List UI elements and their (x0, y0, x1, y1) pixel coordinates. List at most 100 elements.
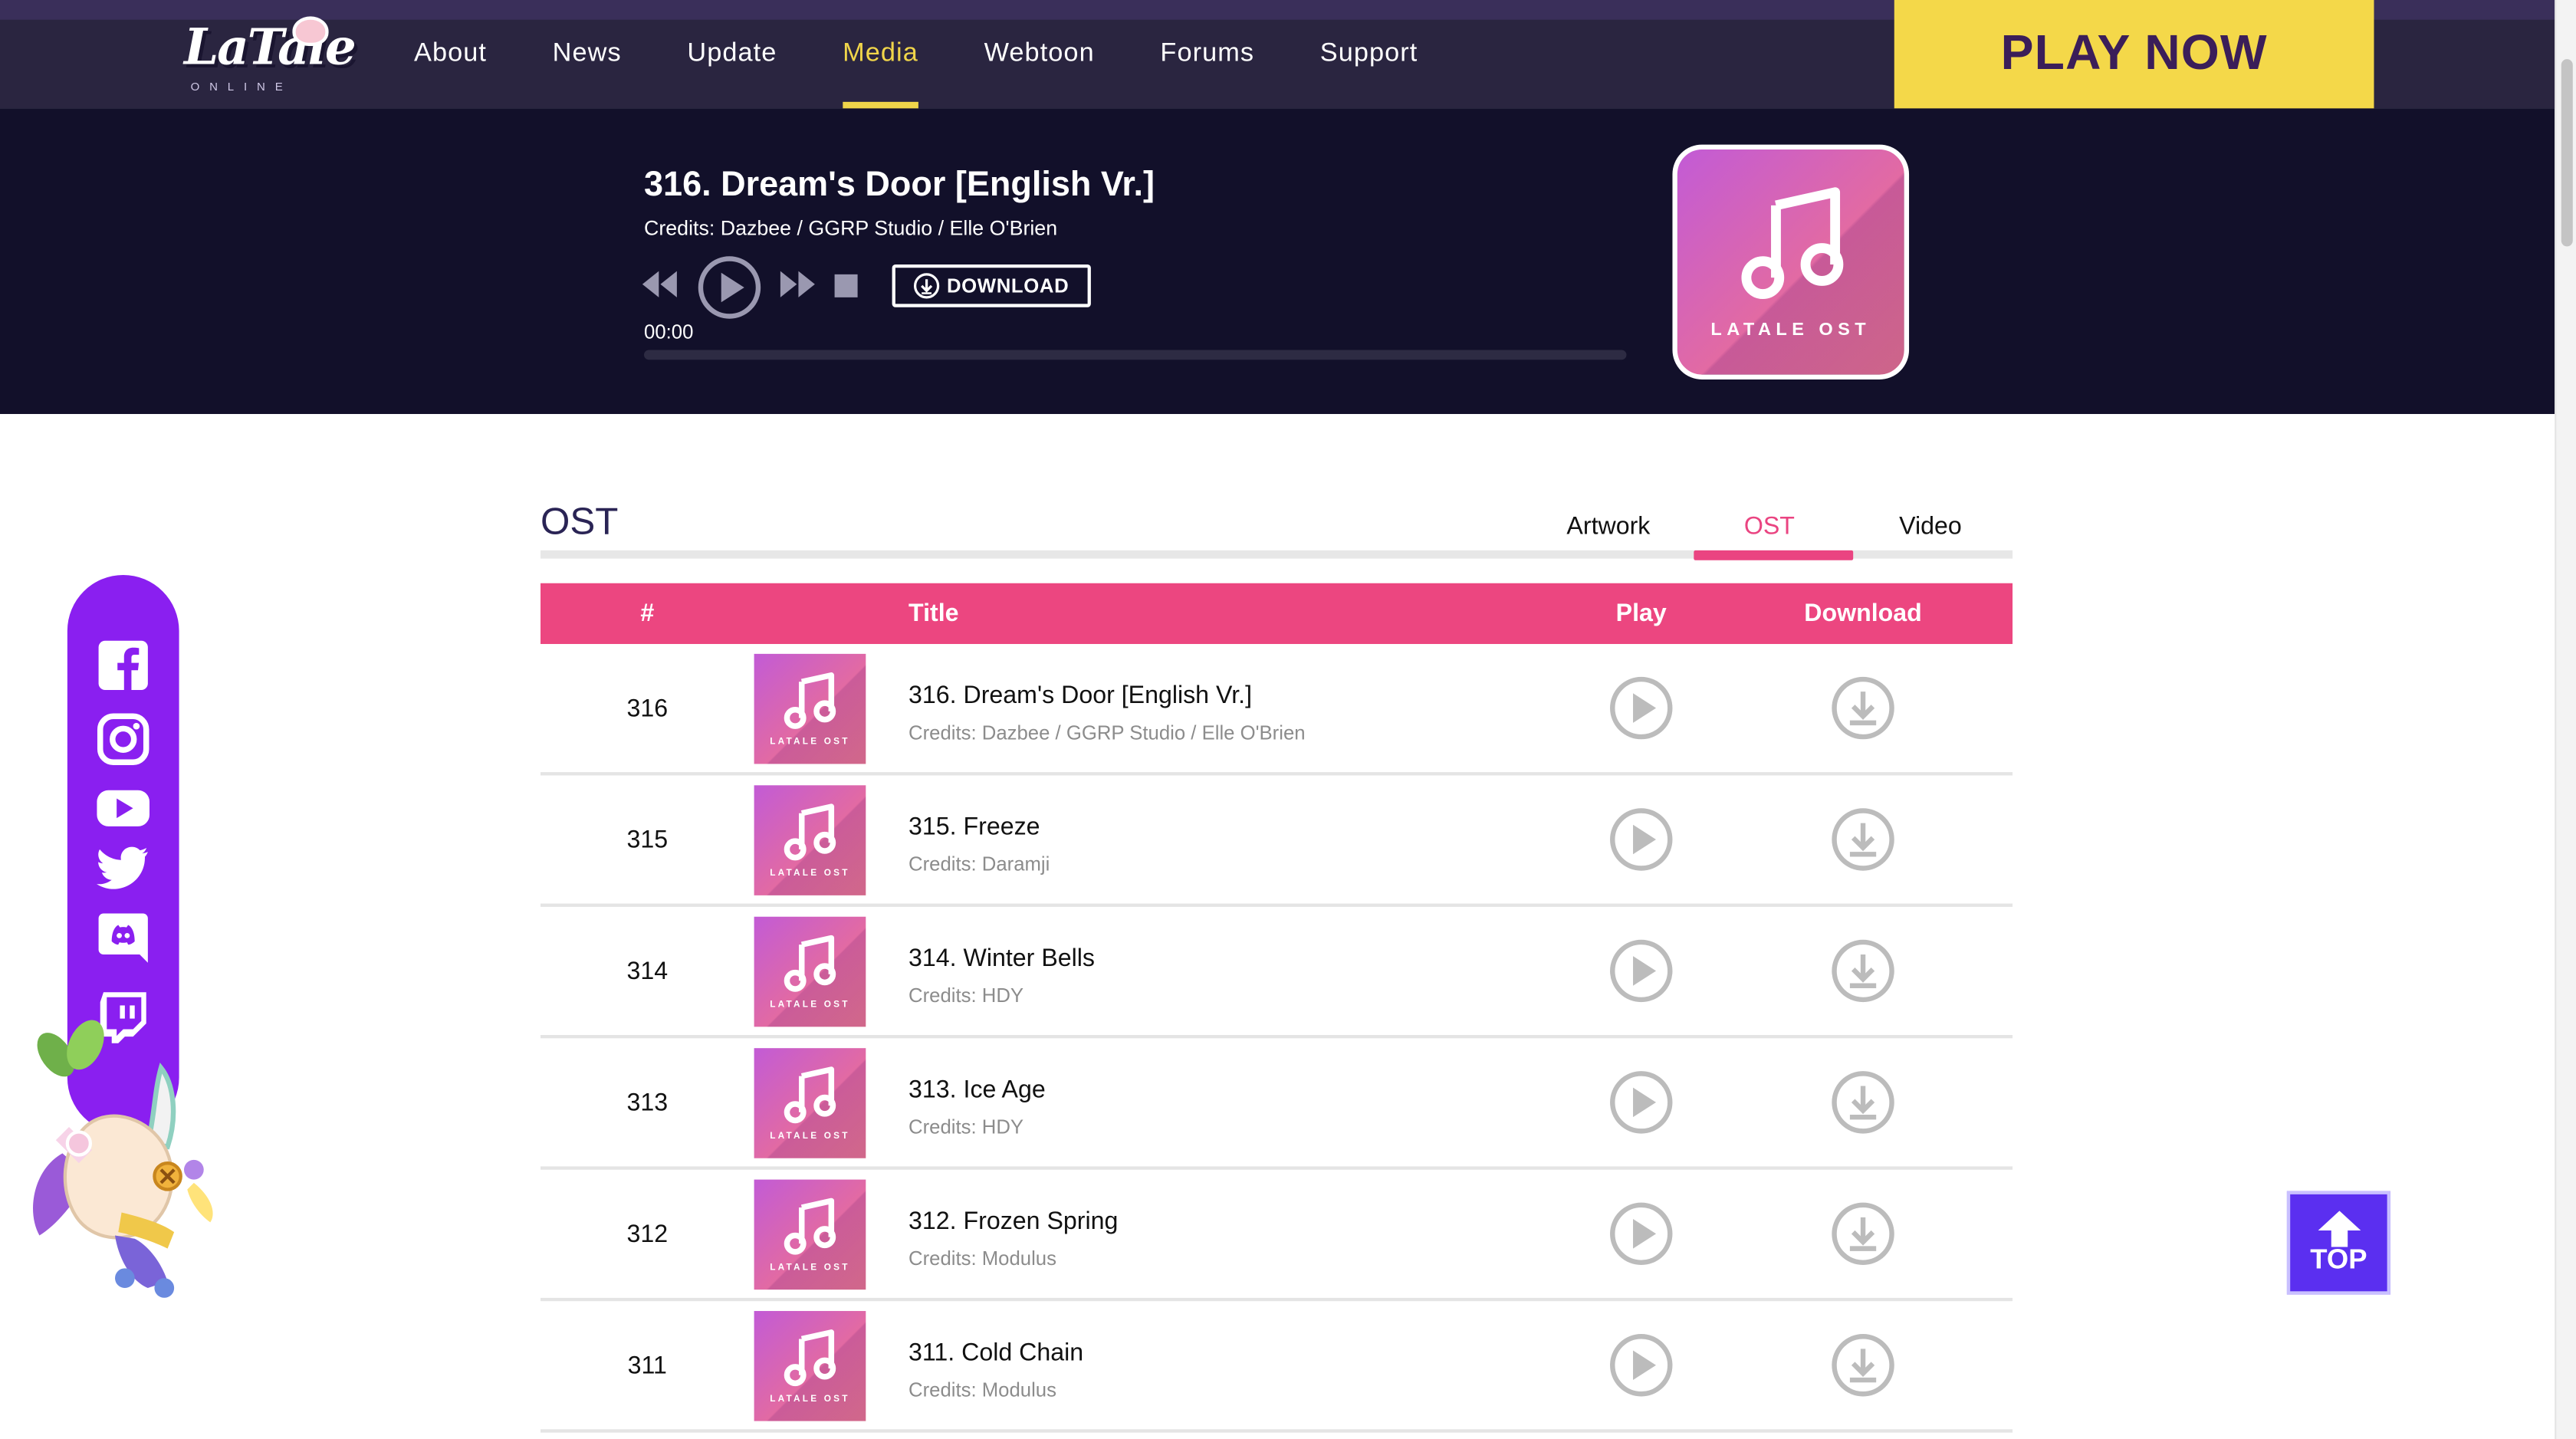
cover-caption: LATALE OST (770, 738, 850, 748)
music-note-icon (784, 672, 836, 729)
ost-table-header: # Title Play Download (540, 583, 2013, 645)
track-cover: LATALE OST (754, 1311, 866, 1421)
download-icon[interactable] (1830, 1069, 1896, 1135)
nav-item-support[interactable]: Support (1287, 0, 1451, 108)
tab-video[interactable]: Video (1850, 499, 2011, 552)
track-number: 311 (627, 1351, 667, 1379)
arrow-up-icon (2317, 1210, 2361, 1247)
track-number: 315 (626, 825, 669, 854)
track-cover: LATALE OST (754, 1048, 866, 1158)
track-title: 314. Winter Bells (909, 945, 1096, 973)
track-credits: Credits: HDY (909, 984, 1024, 1007)
cover-caption: LATALE OST (770, 1000, 850, 1010)
main-menu: About News Update Media Webtoon Forums S… (381, 0, 1451, 109)
play-icon[interactable] (1608, 1069, 1674, 1135)
cover-caption: LATALE OST (770, 1263, 850, 1273)
cover-caption: LATALE OST (770, 869, 850, 879)
track-credits: Credits: HDY (909, 1115, 1024, 1139)
nav-item-forums[interactable]: Forums (1128, 0, 1287, 108)
track-title: 315. Freeze (909, 813, 1040, 842)
cover-caption: LATALE OST (1710, 320, 1871, 340)
table-row: 311 LATALE OST 311. Cold Chain Credits: … (540, 1301, 2013, 1433)
music-note-icon (784, 935, 836, 992)
play-icon[interactable] (1608, 1201, 1674, 1267)
track-cover: LATALE OST (754, 916, 866, 1027)
header-number: # (640, 600, 655, 628)
tab-artwork[interactable]: Artwork (1528, 499, 1689, 552)
rewind-icon[interactable] (641, 268, 680, 301)
page-scrollbar[interactable] (2555, 0, 2576, 1439)
play-icon[interactable] (1608, 807, 1674, 872)
nav-item-news[interactable]: News (520, 0, 655, 108)
download-icon[interactable] (1830, 1201, 1896, 1267)
track-cover: LATALE OST (754, 1179, 866, 1290)
track-cover: LATALE OST (754, 653, 866, 764)
download-icon[interactable] (1830, 938, 1896, 1004)
track-credits: Credits: Daramji (909, 853, 1050, 876)
elapsed-time: 00:00 (644, 320, 694, 343)
back-to-top-button[interactable]: TOP (2286, 1191, 2390, 1295)
mascot-character (33, 1020, 213, 1298)
play-now-button[interactable]: PLAY NOW (1894, 0, 2374, 109)
now-playing-cover: LATALE OST (1672, 144, 1910, 380)
table-row: 314 LATALE OST 314. Winter Bells Credits… (540, 907, 2013, 1039)
facebook-icon[interactable] (95, 637, 151, 693)
track-credits: Credits: Modulus (909, 1378, 1056, 1401)
track-credits: Credits: Dazbee / GGRP Studio / Elle O'B… (909, 721, 1306, 744)
play-icon[interactable] (1608, 938, 1674, 1004)
media-tabs: Artwork OST Video (1528, 499, 2013, 552)
nav-item-media[interactable]: Media (810, 0, 951, 109)
twitter-icon[interactable] (95, 839, 151, 895)
track-cover: LATALE OST (754, 785, 866, 895)
play-icon[interactable] (1608, 675, 1674, 741)
latale-logo[interactable]: LaTale ONLINE (171, 10, 356, 99)
logo-text: LaTale (184, 19, 356, 77)
download-icon[interactable] (1830, 1332, 1896, 1398)
cover-caption: LATALE OST (770, 1132, 850, 1142)
tab-ost[interactable]: OST (1689, 499, 1850, 552)
section-title: OST (540, 499, 619, 543)
logo-subtitle: ONLINE (190, 82, 293, 94)
track-number: 313 (626, 1088, 669, 1117)
nav-item-about[interactable]: About (381, 0, 520, 108)
header-download: Download (1804, 600, 1922, 628)
track-credits: Credits: Modulus (909, 1247, 1056, 1270)
music-note-icon (784, 1066, 836, 1124)
now-playing-credits: Credits: Dazbee / GGRP Studio / Elle O'B… (644, 216, 1058, 240)
track-title: 311. Cold Chain (909, 1339, 1084, 1367)
play-icon[interactable] (1608, 1332, 1674, 1398)
header-play: Play (1615, 600, 1667, 628)
discord-icon[interactable] (95, 908, 151, 964)
table-row: 315 LATALE OST 315. Freeze Credits: Dara… (540, 775, 2013, 907)
progress-bar[interactable] (644, 350, 1627, 360)
track-number: 312 (626, 1220, 669, 1248)
download-icon (914, 273, 940, 299)
download-button-label: DOWNLOAD (946, 274, 1070, 297)
nav-item-update[interactable]: Update (655, 0, 810, 108)
track-title: 313. Ice Age (909, 1076, 1046, 1105)
download-icon[interactable] (1830, 807, 1896, 872)
tab-active-indicator (1694, 550, 1854, 560)
track-title: 316. Dream's Door [English Vr.] (909, 682, 1253, 710)
music-note-icon (1741, 187, 1844, 300)
stop-icon[interactable] (833, 273, 859, 299)
fast-forward-icon[interactable] (777, 268, 816, 301)
top-navigation: LaTale ONLINE About News Update Media We… (0, 0, 2576, 109)
logo-cat-icon (292, 16, 329, 47)
table-row: 313 LATALE OST 313. Ice Age Credits: HDY (540, 1038, 2013, 1170)
play-icon[interactable] (697, 255, 763, 320)
table-row: 316 LATALE OST 316. Dream's Door [Englis… (540, 644, 2013, 776)
track-title: 312. Frozen Spring (909, 1207, 1119, 1236)
download-icon[interactable] (1830, 675, 1896, 741)
now-playing-panel (0, 108, 2555, 415)
nav-item-webtoon[interactable]: Webtoon (951, 0, 1128, 108)
track-number: 316 (626, 694, 669, 722)
youtube-icon[interactable] (95, 780, 151, 836)
now-playing-title: 316. Dream's Door [English Vr.] (644, 166, 1155, 204)
player-download-button[interactable]: DOWNLOAD (892, 264, 1091, 307)
header-title: Title (909, 600, 959, 628)
scrollbar-thumb[interactable] (2561, 59, 2573, 247)
table-row: 312 LATALE OST 312. Frozen Spring Credit… (540, 1170, 2013, 1302)
instagram-icon[interactable] (95, 711, 151, 767)
cover-caption: LATALE OST (770, 1395, 850, 1405)
